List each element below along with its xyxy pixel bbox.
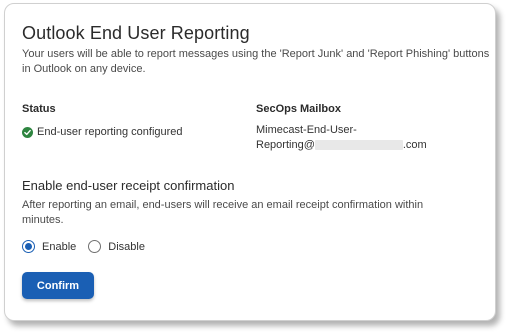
disable-radio-label[interactable]: Disable — [108, 241, 145, 253]
panel-title: Outlook End User Reporting — [22, 23, 250, 43]
enable-radio-option[interactable]: Enable — [22, 240, 76, 253]
mailbox-address: Mimecast-End-User- Reporting@ .com — [256, 123, 427, 153]
confirm-button[interactable]: Confirm — [22, 272, 94, 299]
mailbox-address-suffix: .com — [402, 139, 427, 151]
mailbox-label: SecOps Mailbox — [256, 103, 341, 115]
disable-radio[interactable] — [88, 240, 102, 253]
check-circle-icon — [22, 126, 33, 138]
mailbox-address-line2: Reporting@ .com — [256, 138, 427, 153]
receipt-section-title: Enable end-user receipt confirmation — [22, 178, 235, 193]
panel-description: Your users will be able to report messag… — [22, 48, 490, 75]
receipt-section-description: After reporting an email, end-users will… — [22, 199, 424, 226]
status-value: End-user reporting configured — [22, 126, 183, 138]
status-text: End-user reporting configured — [37, 126, 183, 138]
receipt-radio-group: Enable Disable — [22, 240, 157, 253]
enable-radio[interactable] — [22, 240, 35, 253]
outlook-reporting-panel: Outlook End User Reporting Your users wi… — [4, 3, 496, 321]
disable-radio-option[interactable]: Disable — [88, 240, 145, 253]
mailbox-address-prefix: Reporting@ — [256, 139, 315, 151]
redacted-domain — [314, 140, 403, 151]
status-label: Status — [22, 103, 56, 115]
mailbox-address-line1: Mimecast-End-User- — [256, 124, 357, 136]
enable-radio-label[interactable]: Enable — [42, 241, 76, 253]
